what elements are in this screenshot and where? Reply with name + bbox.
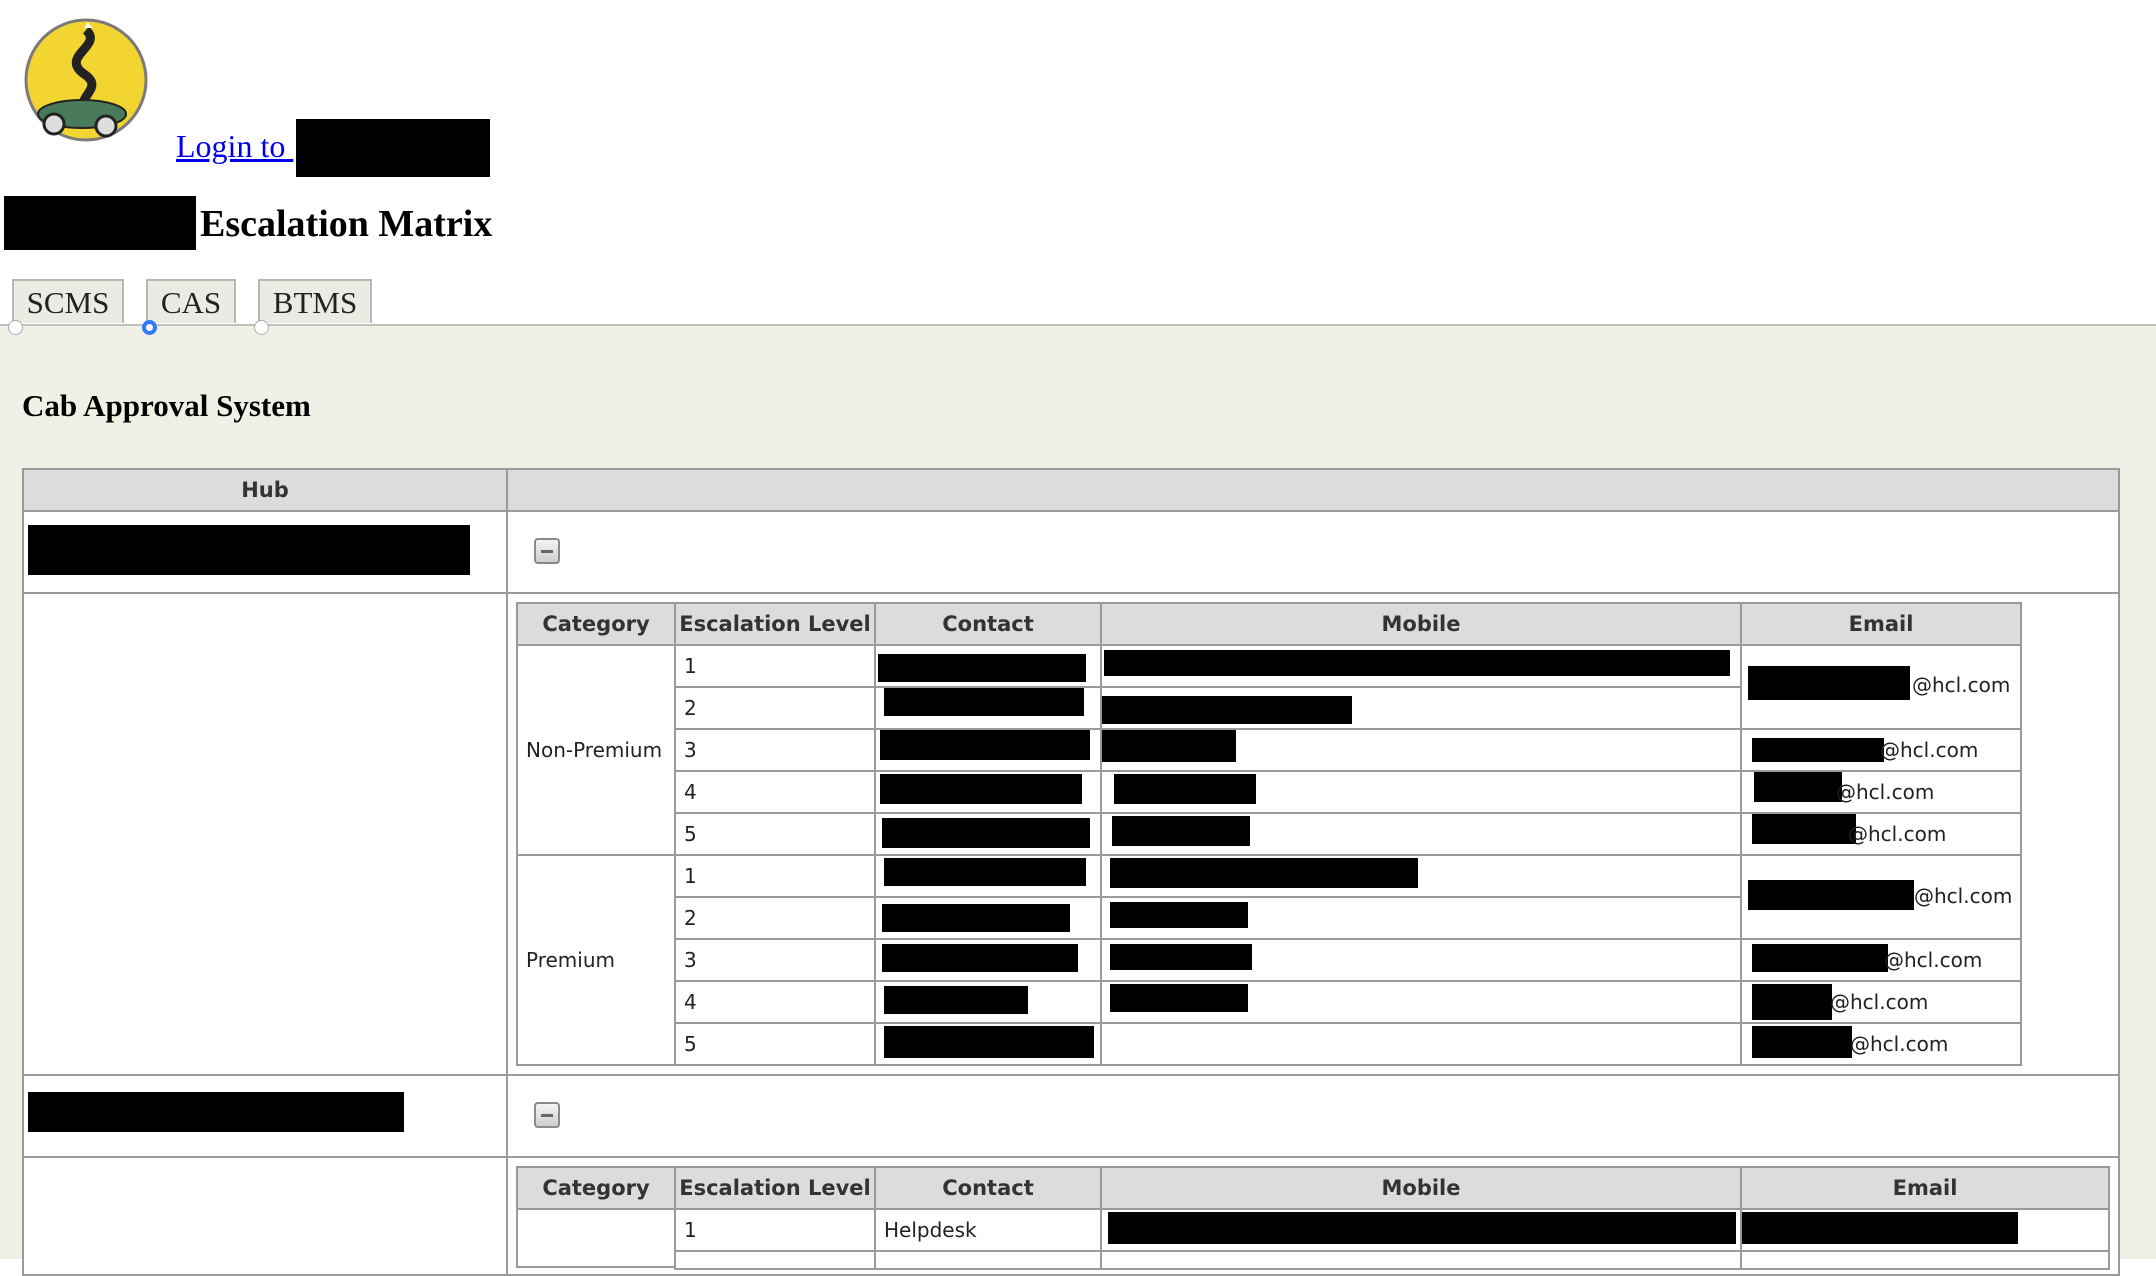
section-title: Cab Approval System	[22, 388, 311, 423]
level-cell: 2	[674, 686, 876, 730]
level-cell: 3	[674, 938, 876, 982]
category-header: Category	[516, 602, 676, 646]
redacted-mobile	[1104, 650, 1730, 676]
redacted-contact	[884, 1026, 1094, 1058]
escalation-level-header: Escalation Level	[674, 602, 876, 646]
tab-cas[interactable]: CAS	[146, 279, 236, 323]
level-cell: 5	[674, 1022, 876, 1066]
redacted-contact	[884, 858, 1086, 886]
redacted-mobile	[1110, 944, 1252, 970]
redacted-contact	[878, 654, 1086, 682]
hub-toggle-cell	[506, 1074, 2120, 1158]
collapse-icon[interactable]	[534, 1102, 560, 1128]
category-cell	[516, 1208, 676, 1268]
contact-cell	[874, 1250, 1102, 1270]
category-header: Category	[516, 1166, 676, 1210]
mobile-header: Mobile	[1100, 1166, 1742, 1210]
radio-cas[interactable]	[142, 320, 157, 335]
redacted-mobile	[1110, 858, 1418, 888]
redacted-hub-name	[28, 1092, 404, 1132]
email-domain: @hcl.com	[1850, 1032, 1949, 1056]
redacted-contact	[882, 818, 1090, 848]
redacted-mobile	[1110, 984, 1248, 1012]
redacted-mobile	[1102, 730, 1236, 762]
hub-toggle-cell	[506, 510, 2120, 594]
collapse-icon[interactable]	[534, 538, 560, 564]
category-premium: Premium	[516, 854, 676, 1066]
level-cell: 4	[674, 980, 876, 1024]
redacted-email-user	[1752, 984, 1832, 1020]
contact-header: Contact	[874, 602, 1102, 646]
email-header: Email	[1740, 1166, 2110, 1210]
escalation-level-header: Escalation Level	[674, 1166, 876, 1210]
radio-btms[interactable]	[254, 320, 269, 335]
redacted-contact	[882, 904, 1070, 932]
tab-scms[interactable]: SCMS	[12, 279, 124, 323]
hub-column-header: Hub	[22, 468, 508, 512]
redacted-mobile	[1114, 774, 1256, 804]
hub-detail-spacer	[22, 592, 508, 1076]
email-domain: @hcl.com	[1830, 990, 1929, 1014]
redacted-email-user	[1748, 880, 1914, 910]
redacted-contact	[884, 986, 1028, 1014]
level-cell: 1	[674, 644, 876, 688]
redacted-email-user	[1752, 738, 1884, 762]
redacted-email-user	[1754, 772, 1842, 802]
redacted-mobile	[1102, 696, 1352, 724]
redacted-app-name	[296, 119, 490, 177]
email-domain: @hcl.com	[1884, 948, 1983, 972]
login-link[interactable]: Login to	[176, 128, 303, 165]
redacted-email-user	[1748, 666, 1910, 700]
redacted-contact	[884, 688, 1084, 716]
redacted-mobile	[1112, 816, 1250, 846]
level-cell: 1	[674, 854, 876, 898]
details-column-header	[506, 468, 2120, 512]
mobile-header: Mobile	[1100, 602, 1742, 646]
email-domain: @hcl.com	[1848, 822, 1947, 846]
redacted-contact	[882, 944, 1078, 972]
page-title: Escalation Matrix	[200, 203, 493, 245]
email-cell	[1740, 1250, 2110, 1270]
category-non-premium: Non-Premium	[516, 644, 676, 856]
contact-header: Contact	[874, 1166, 1102, 1210]
level-cell: 1	[674, 1208, 876, 1252]
car-logo-icon	[24, 18, 148, 142]
email-header: Email	[1740, 602, 2022, 646]
contact-cell: Helpdesk	[874, 1208, 1102, 1252]
mobile-cell	[1100, 1250, 1742, 1270]
redacted-mobile	[1110, 902, 1248, 928]
redacted-email-user	[1752, 944, 1888, 972]
hub-detail-spacer	[22, 1156, 508, 1276]
level-cell: 3	[674, 728, 876, 772]
email-domain: @hcl.com	[1880, 738, 1979, 762]
redacted-contact	[880, 774, 1082, 804]
level-cell: 5	[674, 812, 876, 856]
redacted-email-user	[1752, 814, 1856, 844]
mobile-cell	[1100, 1022, 1742, 1066]
redacted-contact	[880, 730, 1090, 760]
email-domain: @hcl.com	[1914, 884, 2013, 908]
radio-scms[interactable]	[8, 320, 23, 335]
level-cell: 4	[674, 770, 876, 814]
redacted-email-user	[1752, 1026, 1852, 1058]
redacted-title-prefix	[4, 196, 196, 250]
redacted-mobile	[1108, 1212, 1736, 1244]
level-cell	[674, 1250, 876, 1270]
redacted-hub-name	[28, 525, 470, 575]
tab-btms[interactable]: BTMS	[258, 279, 372, 323]
redacted-email	[1742, 1212, 2018, 1244]
email-domain: @hcl.com	[1912, 673, 2011, 697]
email-domain: @hcl.com	[1836, 780, 1935, 804]
level-cell: 2	[674, 896, 876, 940]
